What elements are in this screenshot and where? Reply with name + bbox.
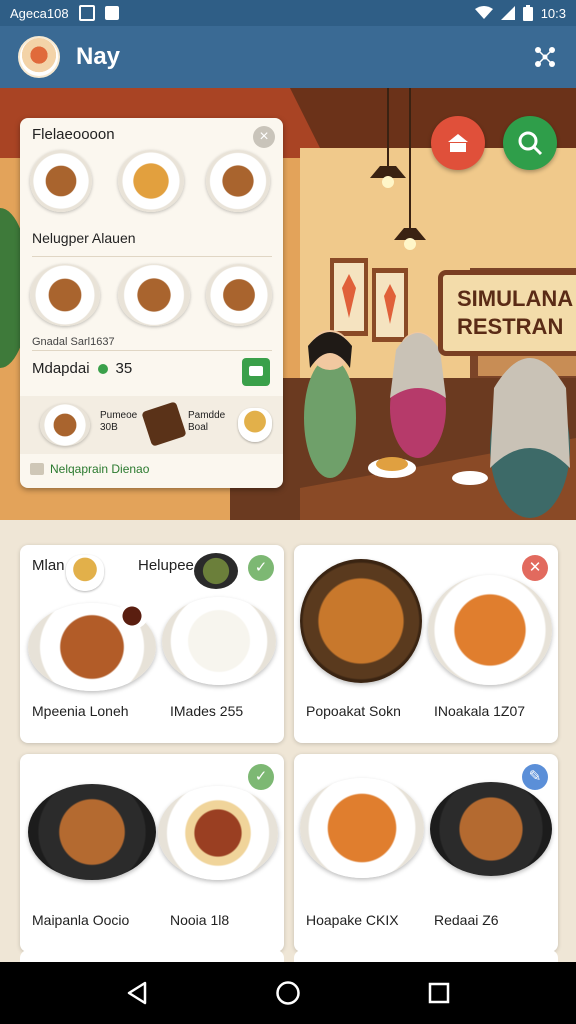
dish-image	[158, 786, 278, 880]
app-bar: Nay	[0, 26, 576, 88]
battery-icon	[522, 5, 533, 21]
home-fab-button[interactable]	[431, 116, 485, 170]
status-text: Ageca108	[10, 5, 69, 21]
chat-button[interactable]	[242, 358, 270, 386]
dish-image	[300, 559, 422, 683]
card-label-left: Hoapake CKIX	[306, 912, 399, 928]
dish-image[interactable]	[40, 404, 90, 446]
divider	[32, 350, 272, 351]
recents-button[interactable]	[424, 978, 454, 1008]
search-fab-button[interactable]	[503, 116, 557, 170]
dish-image[interactable]	[206, 150, 270, 212]
sauce-bowl-image	[194, 553, 238, 589]
overlay-row: Mdapdai 35	[32, 360, 132, 377]
food-card[interactable]: ✎ Hoapake CKIX Redaai Z6	[294, 754, 558, 952]
row-label: Mdapdai	[32, 360, 90, 377]
app-title: Nay	[76, 43, 121, 70]
overlay-footer[interactable]: Nelqaprain Dienao	[30, 462, 149, 476]
row-value: 35	[115, 360, 133, 377]
divider	[32, 256, 272, 257]
drink-image[interactable]	[238, 408, 272, 442]
overlay-small-text: Gnadal Sarl1637	[32, 336, 115, 348]
dish-image	[300, 778, 424, 878]
sign-line-1: SIMULANA	[457, 286, 574, 311]
close-icon: ✕	[528, 559, 542, 576]
dish-image	[428, 575, 552, 685]
mini-label-2-line-1: Pamdde	[188, 410, 226, 421]
soup-cup-image	[66, 555, 104, 591]
sauce-image	[116, 603, 148, 629]
home-icon	[448, 134, 468, 152]
search-icon	[518, 131, 543, 156]
check-icon: ✓	[254, 768, 268, 785]
clock: 10:3	[540, 5, 566, 21]
check-badge[interactable]: ✓	[248, 555, 274, 581]
card-label-right: IMades 255	[170, 703, 244, 719]
back-button[interactable]	[122, 978, 152, 1008]
share-icon	[535, 47, 555, 67]
dish-image[interactable]	[30, 264, 100, 326]
check-badge[interactable]: ✓	[248, 764, 274, 790]
mini-label-2-line-2: Boal	[188, 422, 209, 433]
overlay-heading-1: Flelaeoooon	[32, 126, 115, 143]
dish-image[interactable]	[206, 264, 272, 326]
circle-home-icon	[276, 981, 300, 1005]
dish-image	[430, 782, 552, 876]
sign-line-2: RESTRAN	[457, 314, 564, 339]
menu-overlay-card: × Flelaeoooon Nelugper Alauen Gnadal Sar…	[20, 118, 283, 488]
app-notification-icon	[104, 6, 119, 20]
card-label-left: Popoakat Sokn	[306, 703, 401, 719]
back-icon	[127, 981, 147, 1005]
edit-badge[interactable]: ✎	[522, 764, 548, 790]
overlay-footer-text: Nelqaprain Dienao	[50, 462, 150, 476]
dish-image[interactable]	[118, 264, 190, 326]
food-card[interactable]: ✕ Popoakat Sokn INoakala 1Z07	[294, 545, 558, 743]
card-label-left: Maipanla Oocio	[32, 912, 130, 928]
status-dot-icon	[97, 363, 108, 374]
close-icon: ×	[259, 128, 269, 145]
avatar[interactable]	[18, 36, 60, 78]
recents-icon	[428, 982, 450, 1004]
card-title-right: Helupee	[138, 557, 194, 574]
overlay-heading-2: Nelugper Alauen	[32, 230, 136, 246]
check-icon: ✓	[254, 559, 268, 576]
status-bar: Ageca108 10:3	[0, 0, 576, 26]
card-label-left: Mpeenia Loneh	[32, 703, 129, 719]
home-button[interactable]	[273, 978, 303, 1008]
card-title-left: Mlan	[32, 557, 65, 574]
wifi-icon	[474, 6, 493, 19]
food-card[interactable]: Mlan Helupee ✓ Mpeenia Loneh IMades 255	[20, 545, 284, 743]
tag-icon	[30, 463, 44, 475]
dish-image[interactable]	[141, 401, 187, 447]
card-label-right: INoakala 1Z07	[434, 703, 526, 719]
notification-icon	[78, 5, 95, 21]
dish-image	[162, 597, 276, 685]
card-label-right: Nooia 1l8	[170, 912, 230, 928]
dish-image[interactable]	[118, 150, 184, 212]
mini-label-1-line-2: 30B	[100, 422, 118, 433]
food-card[interactable]: ✓ Maipanla Oocio Nooia 1l8	[20, 754, 284, 952]
mini-strip: Pumeoe 30B Pamdde Boal	[20, 396, 283, 454]
mini-label-2: Pamdde Boal	[188, 410, 225, 434]
remove-badge[interactable]: ✕	[522, 555, 548, 581]
mini-label-1: Pumeoe 30B	[100, 410, 137, 434]
dish-image	[28, 784, 156, 880]
close-button[interactable]: ×	[253, 126, 275, 148]
food-grid: Mlan Helupee ✓ Mpeenia Loneh IMades 255 …	[0, 520, 576, 964]
dish-image[interactable]	[30, 150, 92, 212]
signal-icon	[500, 6, 515, 20]
card-label-right: Redaai Z6	[434, 912, 499, 928]
share-button[interactable]	[532, 44, 558, 70]
restaurant-sign: SIMULANA RESTRAN	[438, 270, 576, 356]
edit-icon: ✎	[528, 768, 542, 785]
mini-label-1-line-1: Pumeoe	[100, 410, 138, 421]
system-nav-bar	[0, 962, 576, 1024]
